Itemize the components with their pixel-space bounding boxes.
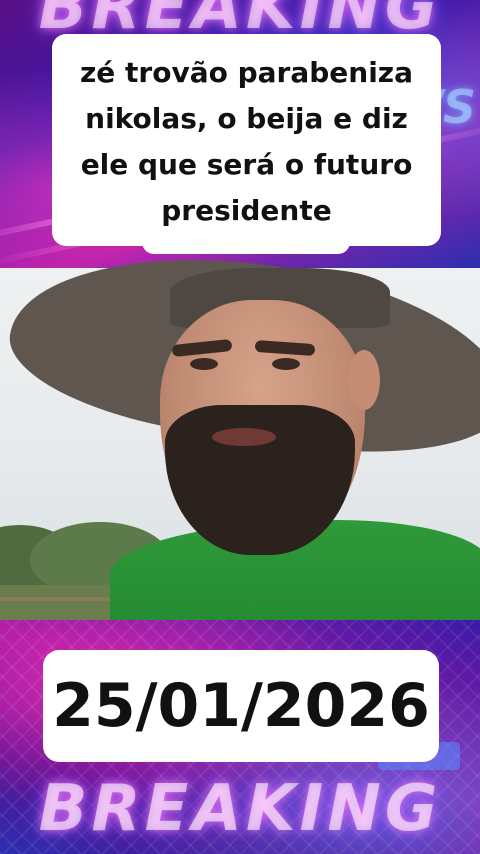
date-card: 25/01/2026 [43,650,439,762]
ear [348,350,380,410]
headline-card: zé trovão parabeniza nikolas, o beija e … [52,34,441,246]
left-eye [190,358,218,370]
mouth [212,428,276,446]
breaking-title-bottom: BREAKING [38,772,442,846]
right-eye [272,358,300,370]
headline-text: zé trovão parabeniza nikolas, o beija e … [80,56,413,227]
video-frame: BREAKING /S zé trovão parabeniza nikolas… [0,0,480,854]
date-text: 25/01/2026 [52,671,430,741]
